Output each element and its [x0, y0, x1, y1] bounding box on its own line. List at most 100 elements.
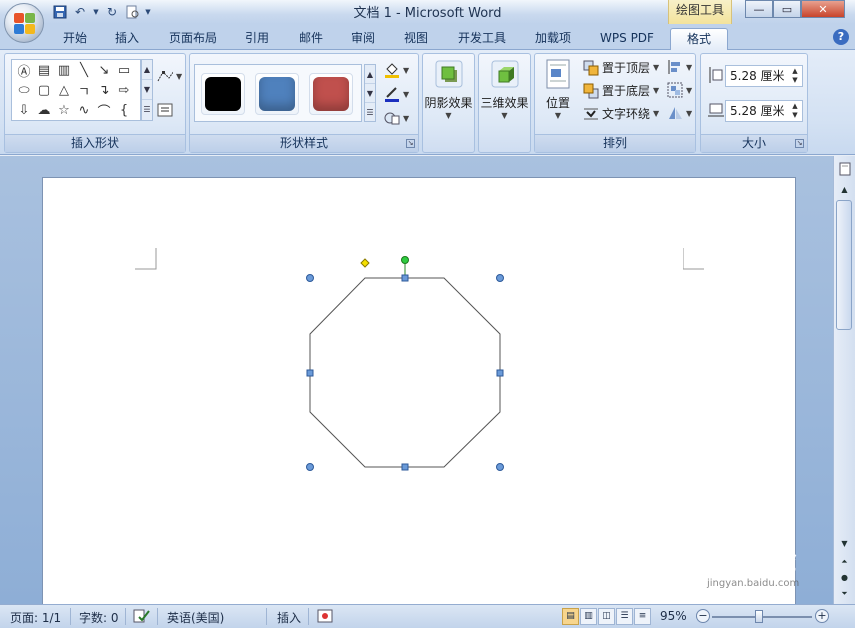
close-button[interactable]: ✕: [801, 0, 845, 18]
textbox-icon[interactable]: ▤: [35, 62, 53, 78]
dialog-launcher-icon[interactable]: ↘: [795, 139, 804, 148]
more-icon[interactable]: ☰: [365, 103, 375, 121]
adjustment-handle[interactable]: [360, 258, 370, 268]
resize-handle-bottom-right[interactable]: [496, 463, 504, 471]
scroll-down-icon[interactable]: ▼: [836, 536, 853, 552]
word-count[interactable]: 字数: 0: [79, 609, 119, 626]
shape-height-input[interactable]: 5.28 厘米 ▲ ▼: [725, 65, 803, 87]
style-swatch-blue[interactable]: [259, 77, 295, 111]
spinner-arrows-icon[interactable]: ▲ ▼: [790, 67, 800, 85]
edit-shape-button[interactable]: ▼: [157, 68, 182, 84]
shape-styles-gallery[interactable]: [194, 64, 362, 122]
shape-outline-button[interactable]: ▼: [384, 86, 409, 102]
zoom-slider-knob[interactable]: [755, 610, 763, 623]
tab-review[interactable]: 审阅: [346, 28, 380, 50]
tab-references[interactable]: 引用: [240, 28, 274, 50]
tab-format[interactable]: 格式: [670, 28, 728, 50]
elbow-arrow-connector-icon[interactable]: ↴: [95, 82, 113, 98]
brace-shape-icon[interactable]: {: [115, 102, 133, 118]
resize-handle-bottom-left[interactable]: [306, 463, 314, 471]
print-layout-view-icon[interactable]: ▤: [562, 608, 579, 625]
browse-object-icon[interactable]: ●: [836, 570, 853, 586]
tab-addins[interactable]: 加载项: [529, 28, 577, 50]
proofing-icon[interactable]: [133, 608, 151, 627]
style-swatch-red[interactable]: [313, 77, 349, 111]
full-screen-reading-view-icon[interactable]: ▥: [580, 608, 597, 625]
scrollbar-thumb[interactable]: [836, 200, 852, 330]
page-count[interactable]: 页面: 1/1: [10, 609, 61, 626]
curve-shape-icon[interactable]: ⌒: [95, 102, 113, 120]
group-objects-button[interactable]: ▼: [667, 82, 692, 98]
scroll-up-icon[interactable]: ▲: [836, 182, 853, 198]
insert-mode[interactable]: 插入: [277, 609, 301, 626]
zoom-out-icon[interactable]: −: [696, 609, 710, 623]
tab-home[interactable]: 开始: [58, 28, 92, 50]
language[interactable]: 英语(美国): [167, 609, 224, 626]
next-page-icon[interactable]: ⏷: [836, 586, 853, 602]
textbox-shape-icon[interactable]: Ⓐ: [15, 62, 33, 80]
style-swatch-black[interactable]: [205, 77, 241, 111]
resize-handle-top-right[interactable]: [496, 274, 504, 282]
resize-handle-bottom[interactable]: [401, 463, 409, 471]
vertical-scrollbar[interactable]: ▲ ▼ ⏶ ● ⏷: [833, 156, 855, 604]
tab-page-layout[interactable]: 页面布局: [164, 28, 222, 50]
position-button[interactable]: 位置 ▼: [539, 58, 577, 120]
bring-to-front-button[interactable]: 置于顶层 ▼: [583, 59, 659, 76]
3d-effects-button[interactable]: 三维效果 ▼: [479, 58, 530, 120]
shape-fill-button[interactable]: ▼: [384, 62, 409, 78]
elbow-connector-icon[interactable]: ㄱ: [75, 82, 93, 100]
shapes-gallery-scroll[interactable]: ▲ ▼ ☰: [141, 59, 153, 121]
vertical-textbox-icon[interactable]: ▥: [55, 62, 73, 78]
zoom-in-icon[interactable]: +: [815, 609, 829, 623]
rectangle-shape-icon[interactable]: ▭: [115, 62, 133, 78]
rotation-handle[interactable]: [401, 256, 409, 264]
shape-width-input[interactable]: 5.28 厘米 ▲ ▼: [725, 100, 803, 122]
align-button[interactable]: ▼: [667, 59, 692, 75]
zoom-level[interactable]: 95%: [660, 609, 687, 623]
previous-page-icon[interactable]: ⏶: [836, 554, 853, 570]
web-layout-view-icon[interactable]: ◫: [598, 608, 615, 625]
outline-view-icon[interactable]: ☰: [616, 608, 633, 625]
octagon-shape[interactable]: [298, 253, 508, 473]
maximize-button[interactable]: ▭: [773, 0, 801, 18]
dialog-launcher-icon[interactable]: ↘: [406, 139, 415, 148]
callout-shape-icon[interactable]: ☁: [35, 102, 53, 118]
resize-handle-top-left[interactable]: [306, 274, 314, 282]
tab-view[interactable]: 视图: [399, 28, 433, 50]
chevron-down-icon[interactable]: ▼: [365, 84, 375, 103]
tab-wps-pdf[interactable]: WPS PDF: [595, 28, 659, 50]
down-arrow-shape-icon[interactable]: ⇩: [15, 102, 33, 118]
minimize-button[interactable]: —: [745, 0, 773, 18]
resize-handle-top[interactable]: [401, 274, 409, 282]
text-wrap-button[interactable]: 文字环绕 ▼: [583, 105, 659, 122]
tab-mailings[interactable]: 邮件: [294, 28, 328, 50]
resize-handle-right[interactable]: [496, 369, 504, 377]
star-shape-icon[interactable]: ☆: [55, 102, 73, 118]
help-icon[interactable]: ?: [833, 29, 849, 45]
office-button[interactable]: [4, 3, 44, 43]
arrow-line-shape-icon[interactable]: ↘: [95, 62, 113, 78]
draft-view-icon[interactable]: ≡: [634, 608, 651, 625]
change-shape-button[interactable]: ▼: [384, 110, 409, 126]
triangle-shape-icon[interactable]: △: [55, 82, 73, 98]
tab-developer[interactable]: 开发工具: [452, 28, 512, 50]
rotate-button[interactable]: ▼: [667, 105, 692, 121]
text-box-button[interactable]: [157, 102, 173, 118]
resize-handle-left[interactable]: [306, 369, 314, 377]
rounded-rect-shape-icon[interactable]: ▢: [35, 82, 53, 98]
more-icon[interactable]: ☰: [142, 100, 152, 120]
freeform-shape-icon[interactable]: ∿: [75, 102, 93, 118]
spinner-arrows-icon[interactable]: ▲ ▼: [790, 102, 800, 120]
right-arrow-shape-icon[interactable]: ⇨: [115, 82, 133, 98]
tab-insert[interactable]: 插入: [110, 28, 144, 50]
chevron-up-icon[interactable]: ▲: [142, 60, 152, 80]
ruler-toggle-icon[interactable]: [836, 162, 853, 178]
shadow-effects-button[interactable]: 阴影效果 ▼: [423, 58, 474, 120]
line-shape-icon[interactable]: ╲: [75, 62, 93, 78]
chevron-up-icon[interactable]: ▲: [365, 65, 375, 84]
send-to-back-button[interactable]: 置于底层 ▼: [583, 82, 659, 99]
shapes-gallery[interactable]: Ⓐ ▤ ▥ ╲ ↘ ▭ ⬭ ▢ △ ㄱ ↴ ⇨ ⇩ ☁ ☆ ∿ ⌒ {: [11, 59, 141, 121]
chevron-down-icon[interactable]: ▼: [142, 80, 152, 100]
oval-shape-icon[interactable]: ⬭: [15, 82, 33, 98]
macro-record-icon[interactable]: [317, 608, 333, 627]
